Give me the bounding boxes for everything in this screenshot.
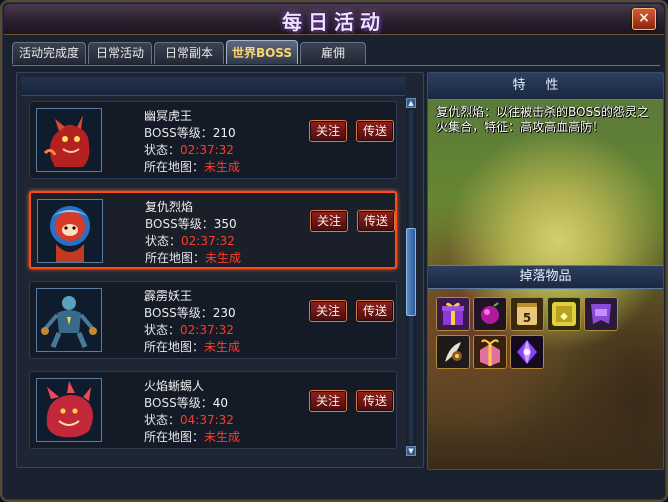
purple-gift-box-icon[interactable] <box>436 297 470 331</box>
gold-scroll-5-icon[interactable]: 5 <box>510 297 544 331</box>
level-label: BOSS等级： <box>144 306 213 320</box>
status-label: 状态： <box>145 234 182 248</box>
title-bar[interactable]: 每日活动 × <box>4 4 664 35</box>
boss-info: 幽冥虎王 BOSS等级：210 状态：02:37:32 所在地图：未生成 <box>144 108 240 176</box>
feather-amulet-icon[interactable] <box>436 335 470 369</box>
boss-list: 幽冥虎王 BOSS等级：210 状态：02:37:32 所在地图：未生成 关注 … <box>23 101 407 461</box>
thunder-demon-icon <box>36 288 102 352</box>
pink-gift-box-icon[interactable] <box>473 335 507 369</box>
boss-name: 幽冥虎王 <box>144 109 193 123</box>
flame-demon-icon <box>37 199 103 263</box>
teleport-button[interactable]: 传送 <box>356 390 394 412</box>
boss-row-3[interactable]: 霹雳妖王 BOSS等级：230 状态：02:37:32 所在地图：未生成 关注 … <box>29 281 397 359</box>
tab-daily-activities[interactable]: 日常活动 <box>88 42 152 64</box>
tab-divider <box>12 65 660 66</box>
status-label: 状态： <box>144 323 181 337</box>
traits-header: 特性 <box>428 73 663 100</box>
teleport-button[interactable]: 传送 <box>357 210 395 232</box>
status-label: 状态： <box>144 413 181 427</box>
purple-crystal-icon[interactable] <box>510 335 544 369</box>
level-value: 350 <box>213 217 237 231</box>
map-value: 未生成 <box>204 430 241 444</box>
map-label: 所在地图： <box>144 160 205 174</box>
boss-info: 火焰蜥蜴人 BOSS等级：40 状态：04:37:32 所在地图：未生成 <box>144 378 240 446</box>
purple-orb-icon[interactable] <box>473 297 507 331</box>
boss-name: 复仇烈焰 <box>145 200 194 214</box>
purple-prestige-token-icon[interactable] <box>584 297 618 331</box>
svg-text:◆: ◆ <box>560 311 568 322</box>
svg-text:5: 5 <box>523 311 531 325</box>
status-timer: 04:37:32 <box>180 413 234 427</box>
scroll-up-arrow-icon[interactable]: ▲ <box>406 98 416 108</box>
window-title: 每日活动 <box>282 10 386 34</box>
follow-button[interactable]: 关注 <box>309 300 347 322</box>
boss-list-panel: 幽冥虎王 BOSS等级：210 状态：02:37:32 所在地图：未生成 关注 … <box>16 72 424 468</box>
level-value: 210 <box>212 126 236 140</box>
boss-description: 复仇烈焰：以往被击杀的BOSS的怨灵之火集合，特征：高攻高血高防！ <box>436 105 649 134</box>
follow-button[interactable]: 关注 <box>309 390 347 412</box>
scroll-thumb[interactable] <box>406 228 416 316</box>
boss-row-1[interactable]: 幽冥虎王 BOSS等级：210 状态：02:37:32 所在地图：未生成 关注 … <box>29 101 397 179</box>
level-value: 230 <box>212 306 236 320</box>
boss-row-2[interactable]: 复仇烈焰 BOSS等级：350 状态：02:37:32 所在地图：未生成 关注 … <box>29 191 397 269</box>
scroll-down-arrow-icon[interactable]: ▼ <box>406 446 416 456</box>
close-button[interactable]: × <box>632 8 656 30</box>
status-timer: 02:37:32 <box>180 323 234 337</box>
tab-daily-dungeons[interactable]: 日常副本 <box>154 42 224 64</box>
boss-info: 复仇烈焰 BOSS等级：350 状态：02:37:32 所在地图：未生成 <box>145 199 241 267</box>
teleport-button[interactable]: 传送 <box>356 300 394 322</box>
level-value: 40 <box>212 396 228 410</box>
map-label: 所在地图： <box>144 340 205 354</box>
boss-info: 霹雳妖王 BOSS等级：230 状态：02:37:32 所在地图：未生成 <box>144 288 240 356</box>
tab-hire[interactable]: 雇佣 <box>300 42 366 64</box>
status-label: 状态： <box>144 143 181 157</box>
daily-activity-window: 每日活动 × 活动完成度 日常活动 日常副本 世界BOSS 雇佣 幽冥虎王 BO… <box>0 0 668 502</box>
boss-row-4[interactable]: 火焰蜥蜴人 BOSS等级：40 状态：04:37:32 所在地图：未生成 关注 … <box>29 371 397 449</box>
red-tiger-beast-icon <box>36 108 102 172</box>
status-timer: 02:37:32 <box>180 143 234 157</box>
map-value: 未生成 <box>205 251 242 265</box>
tab-world-boss[interactable]: 世界BOSS <box>226 40 298 64</box>
boss-name: 霹雳妖王 <box>144 289 193 303</box>
level-label: BOSS等级： <box>144 126 213 140</box>
follow-button[interactable]: 关注 <box>310 210 348 232</box>
tab-bar: 活动完成度 日常活动 日常副本 世界BOSS 雇佣 <box>12 40 660 66</box>
map-value: 未生成 <box>204 340 241 354</box>
status-timer: 02:37:32 <box>181 234 235 248</box>
map-value: 未生成 <box>204 160 241 174</box>
follow-button[interactable]: 关注 <box>309 120 347 142</box>
gold-seal-icon[interactable]: ◆ <box>547 297 581 331</box>
map-label: 所在地图： <box>144 430 205 444</box>
teleport-button[interactable]: 传送 <box>356 120 394 142</box>
map-label: 所在地图： <box>145 251 206 265</box>
drops-header: 掉落物品 <box>428 265 663 289</box>
list-header-bar <box>21 77 405 96</box>
boss-list-scrollbar[interactable]: ▲ ▼ <box>406 98 416 458</box>
level-label: BOSS等级： <box>145 217 214 231</box>
tab-activity-completion[interactable]: 活动完成度 <box>12 42 86 64</box>
fire-lizard-icon <box>36 378 102 442</box>
boss-name: 火焰蜥蜴人 <box>144 379 205 393</box>
boss-detail-panel: 特性 复仇烈焰：以往被击杀的BOSS的怨灵之火集合，特征：高攻高血高防！ 掉落物… <box>427 72 664 470</box>
level-label: BOSS等级： <box>144 396 213 410</box>
